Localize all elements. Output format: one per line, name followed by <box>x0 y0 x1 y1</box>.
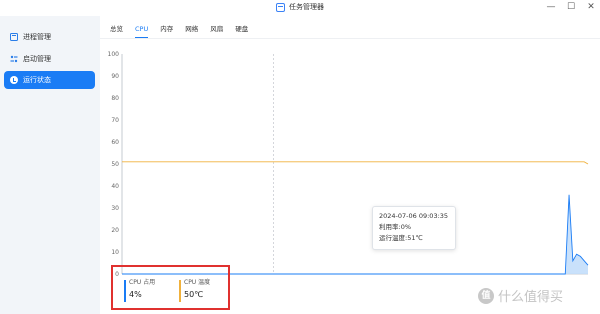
title-wrap: 任务管理器 <box>0 2 600 12</box>
process-icon <box>10 33 18 41</box>
sidebar-item-process[interactable]: 进程管理 <box>4 28 95 46</box>
legend-cpu-temp: CPU 温度 50℃ <box>179 279 210 303</box>
close-button[interactable]: ✕ <box>586 1 596 13</box>
legend-temp-color-bar <box>179 280 181 302</box>
watermark-logo: 值 <box>478 287 494 304</box>
minimize-button[interactable]: — <box>546 1 556 13</box>
watermark: 值 什么值得买 <box>478 286 563 305</box>
cpu-usage-area <box>122 194 588 274</box>
tooltip-temp: 运行温度:51℃ <box>379 234 423 242</box>
legend-temp-value: 50℃ <box>184 290 204 299</box>
y-tick-label: 80 <box>111 95 119 102</box>
tooltip-time: 2024-07-06 09:03:35 <box>379 212 449 220</box>
sidebar-item-label: 运行状态 <box>23 76 51 84</box>
tab-bar: 总览 CPU 内存 网络 风扇 硬盘 <box>110 24 254 38</box>
legend-usage-label: CPU 占用 <box>129 279 156 286</box>
tab-network[interactable]: 网络 <box>179 24 204 38</box>
tab-cpu[interactable]: CPU <box>129 24 154 38</box>
cpu-usage-line <box>122 194 589 275</box>
tab-memory[interactable]: 内存 <box>154 24 179 38</box>
task-manager-icon <box>276 2 285 12</box>
tab-fan[interactable]: 风扇 <box>204 24 229 38</box>
tab-overview[interactable]: 总览 <box>110 24 129 38</box>
legend-cpu-usage: CPU 占用 4% <box>124 279 155 303</box>
cpu-temp-line <box>122 161 589 165</box>
chart-tooltip: 2024-07-06 09:03:35 利用率:0% 运行温度:51℃ <box>372 206 456 250</box>
sidebar-item-label: 进程管理 <box>23 33 51 41</box>
maximize-button[interactable]: ☐ <box>566 1 576 13</box>
status-icon <box>10 76 18 84</box>
sidebar: 进程管理 启动管理 运行状态 <box>0 16 100 314</box>
y-tick-label: 20 <box>111 227 119 234</box>
tooltip-usage: 利用率:0% <box>379 223 412 231</box>
window-title: 任务管理器 <box>289 3 324 11</box>
sidebar-item-label: 启动管理 <box>23 55 51 63</box>
tab-divider <box>100 38 600 39</box>
title-bar: 任务管理器 — ☐ ✕ <box>0 0 600 16</box>
tab-disk[interactable]: 硬盘 <box>229 24 254 38</box>
sidebar-item-startup[interactable]: 启动管理 <box>4 50 95 68</box>
y-tick-label: 50 <box>111 161 119 168</box>
legend-usage-value: 4% <box>129 290 142 299</box>
y-tick-label: 90 <box>111 73 119 80</box>
y-tick-label: 60 <box>111 139 119 146</box>
y-tick-label: 100 <box>108 51 120 58</box>
window-controls: — ☐ ✕ <box>546 1 596 13</box>
y-tick-label: 30 <box>111 205 119 212</box>
y-tick-label: 40 <box>111 183 119 190</box>
y-tick-label: 70 <box>111 117 119 124</box>
sidebar-item-status[interactable]: 运行状态 <box>4 71 95 89</box>
legend-temp-label: CPU 温度 <box>184 279 211 286</box>
legend-usage-color-bar <box>124 280 126 302</box>
watermark-text: 什么值得买 <box>498 290 564 305</box>
startup-icon <box>10 55 18 63</box>
y-tick-label: 10 <box>111 249 119 256</box>
